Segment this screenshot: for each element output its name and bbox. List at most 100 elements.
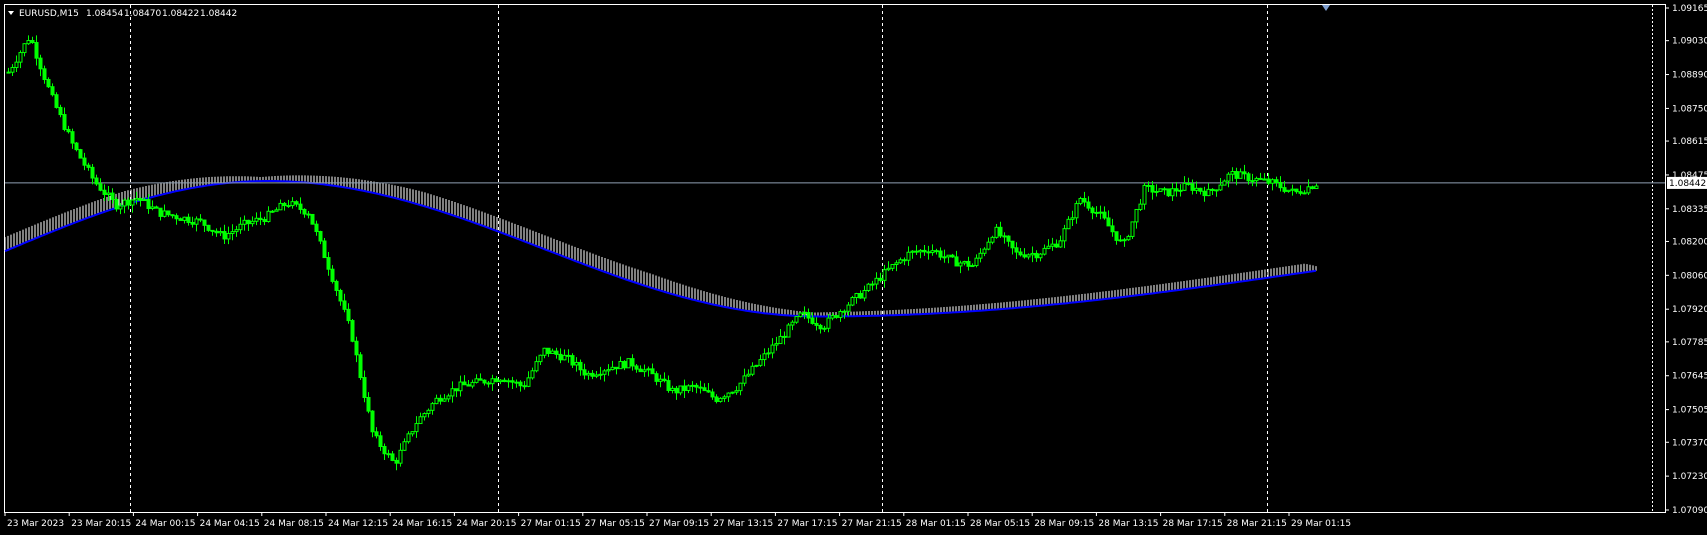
- candle-body: [578, 361, 583, 371]
- candle-body: [6, 71, 11, 74]
- candle-body: [1078, 198, 1083, 205]
- price-axis-label: 1.09030: [1672, 37, 1707, 47]
- candle-body: [178, 218, 183, 221]
- candle-body: [970, 265, 975, 268]
- time-axis-label: 27 Mar 09:15: [649, 519, 709, 529]
- candle-body: [794, 316, 799, 323]
- candle-body: [18, 52, 23, 63]
- chart-window[interactable]: 1.09165 1.09030 1.08890 1.08750 1.08615 1.084…: [0, 0, 1707, 535]
- candle-body: [1310, 186, 1315, 190]
- candle-body: [1218, 184, 1223, 191]
- candle-body: [54, 94, 59, 108]
- candle-body: [94, 177, 99, 185]
- candle-body: [102, 189, 107, 195]
- time-axis[interactable]: 23 Mar 2023 23 Mar 20:15 24 Mar 00:15 24 Ma…: [4, 512, 1351, 529]
- candle-body: [550, 350, 555, 354]
- candle-body: [1150, 185, 1155, 193]
- candle-body: [762, 353, 767, 361]
- candle-body: [46, 79, 51, 88]
- candle-body: [274, 209, 279, 212]
- candle-body: [586, 372, 591, 376]
- candle-body: [1122, 239, 1127, 242]
- candle-body: [1050, 243, 1055, 247]
- moving-average-line: [4, 180, 1317, 318]
- candle-body: [738, 382, 743, 392]
- price-axis-label: 1.07370: [1672, 438, 1707, 448]
- candle-body: [38, 57, 43, 70]
- candle-body: [382, 446, 387, 455]
- candle-body: [686, 385, 691, 391]
- price-axis-label: 1.08890: [1672, 71, 1707, 81]
- price-axis[interactable]: 1.09165 1.09030 1.08890 1.08750 1.08615 1.084…: [1665, 4, 1707, 516]
- candle-body: [558, 353, 563, 361]
- candle-body: [262, 219, 267, 223]
- candle-body: [610, 366, 615, 371]
- candle-body: [1262, 178, 1267, 181]
- candle-body: [758, 359, 763, 366]
- price-axis-label: 1.07645: [1672, 372, 1707, 382]
- candle-body: [1222, 180, 1227, 186]
- candle-body: [1314, 185, 1319, 190]
- candle-body: [886, 267, 891, 271]
- candle-body: [766, 352, 771, 355]
- candle-body: [278, 202, 283, 211]
- candle-body: [126, 199, 131, 206]
- candle-body: [826, 317, 831, 329]
- candle-body: [898, 259, 903, 264]
- candle-body: [150, 206, 155, 210]
- candle-body: [506, 380, 511, 383]
- candle-body: [166, 210, 171, 216]
- dropdown-triangle-icon[interactable]: [8, 11, 14, 15]
- candle-body: [258, 217, 263, 221]
- candle-body: [730, 391, 735, 394]
- candle-body: [862, 290, 867, 299]
- candle-body: [58, 106, 63, 116]
- candle-body: [334, 280, 339, 291]
- candle-body: [1034, 252, 1039, 259]
- candle-body: [366, 396, 371, 412]
- time-axis-label: 24 Mar 04:15: [200, 519, 260, 529]
- candle-body: [266, 210, 271, 223]
- candle-body: [1282, 187, 1287, 192]
- candle-body: [1266, 178, 1271, 184]
- candle-body: [802, 312, 807, 315]
- candle-body: [402, 441, 407, 451]
- candle-body: [370, 410, 375, 433]
- time-axis-label: 28 Mar 01:15: [906, 519, 966, 529]
- candle-body: [362, 377, 367, 398]
- candle-body: [598, 373, 603, 376]
- candle-body: [834, 315, 839, 318]
- chart-shift-marker-icon[interactable]: [1322, 5, 1330, 11]
- candle-body: [1066, 218, 1071, 230]
- time-axis-label: 28 Mar 09:15: [1034, 519, 1094, 529]
- time-axis-label: 24 Mar 12:15: [328, 519, 388, 529]
- candle-body: [1278, 181, 1283, 189]
- candle-body: [1242, 171, 1247, 175]
- candle-body: [1198, 187, 1203, 192]
- candle-body: [1146, 184, 1151, 187]
- candle-body: [206, 224, 211, 231]
- candle-body: [302, 208, 307, 215]
- candle-body: [310, 213, 315, 225]
- price-chart[interactable]: 1.09165 1.09030 1.08890 1.08750 1.08615 1.084…: [0, 0, 1707, 535]
- candle-body: [1134, 208, 1139, 223]
- time-axis-label: 28 Mar 05:15: [970, 519, 1030, 529]
- candle-body: [50, 86, 55, 96]
- candle-body: [1154, 190, 1159, 193]
- candle-body: [1130, 221, 1135, 237]
- candle-body: [1070, 217, 1075, 220]
- candle-body: [1306, 186, 1311, 194]
- candle-body: [426, 409, 431, 415]
- candle-body: [594, 374, 599, 377]
- open-value: 1.08454: [86, 9, 123, 19]
- candle-body: [718, 397, 723, 402]
- candle-body: [954, 256, 959, 267]
- candle-body: [118, 205, 123, 210]
- candle-body: [478, 378, 483, 381]
- candle-body: [14, 61, 19, 69]
- candle-body: [190, 221, 195, 225]
- candle-body: [1202, 190, 1207, 197]
- candle-body: [642, 369, 647, 373]
- price-axis-label: 1.08060: [1672, 271, 1707, 281]
- candle-body: [790, 321, 795, 326]
